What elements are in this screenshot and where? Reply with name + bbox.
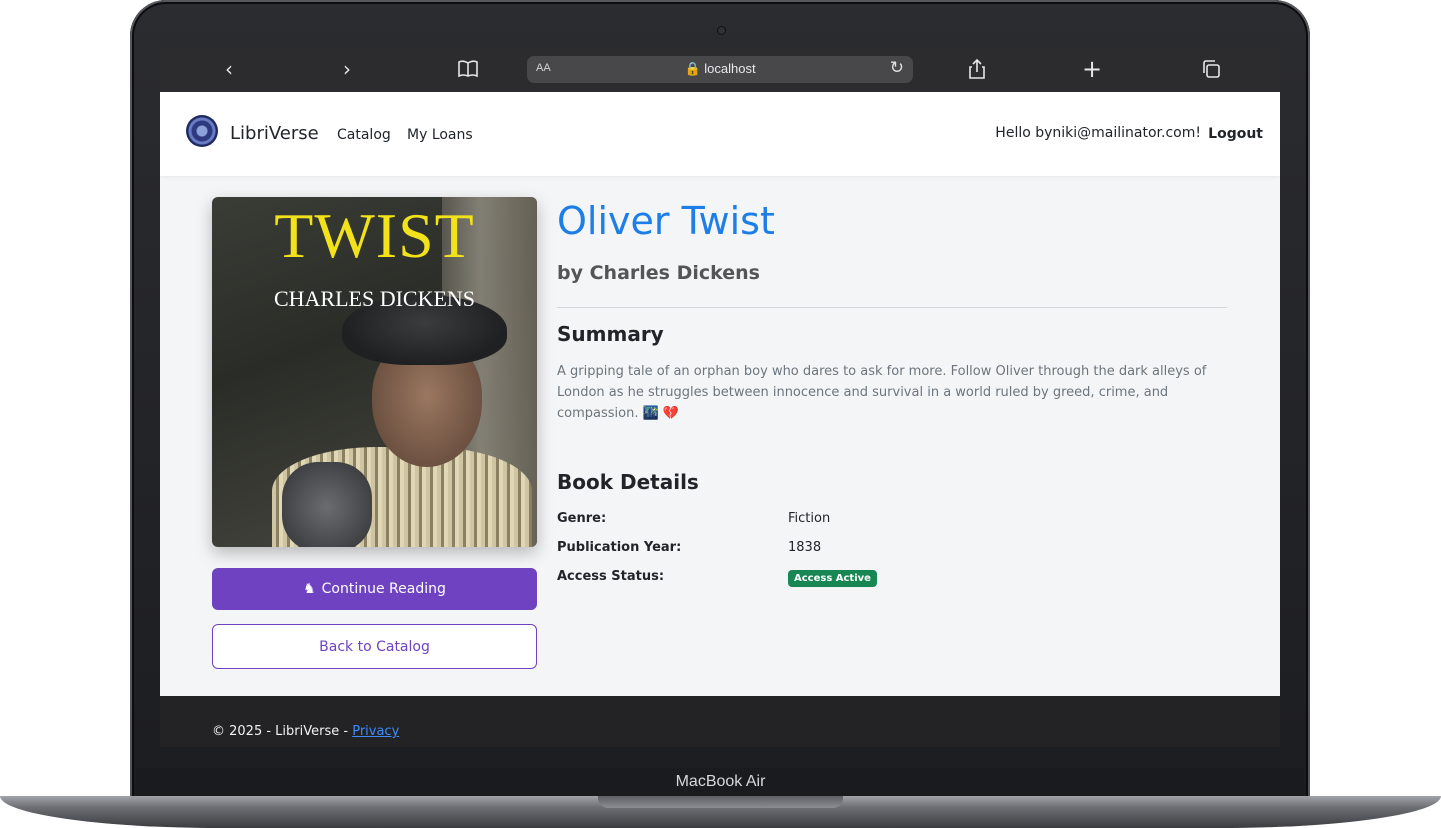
cover-author: CHARLES DICKENS [273, 286, 476, 311]
back-to-catalog-button[interactable]: Back to Catalog [212, 624, 537, 669]
genre-value: Fiction [788, 511, 831, 526]
device-model-label: MacBook Air [675, 773, 766, 790]
book-title: Oliver Twist [557, 199, 775, 243]
continue-reading-button[interactable]: ♞ Continue Reading [212, 568, 537, 610]
forward-icon[interactable]: › [330, 56, 364, 82]
copyright-text: © 2025 - LibriVerse - [212, 724, 353, 739]
camera-icon [718, 27, 725, 34]
bookmarks-icon[interactable] [451, 56, 485, 82]
book-cover-image: TWIST CHARLES DICKENS [212, 197, 537, 547]
book-details-heading: Book Details [557, 470, 699, 494]
summary-text: A gripping tale of an orphan boy who dar… [557, 364, 1207, 421]
continue-reading-label: Continue Reading [321, 581, 446, 597]
user-greeting: Hello byniki@mailinator.com! [995, 125, 1201, 141]
screen: ‹ › AA 🔒 localhost ↻ + LibriVerse Catalo… [160, 47, 1280, 747]
summary-heading: Summary [557, 322, 664, 346]
footer-copyright: © 2025 - LibriVerse - Privacy [212, 724, 399, 739]
divider [557, 307, 1227, 308]
url-text: 🔒 localhost [527, 61, 913, 77]
url-value: localhost [704, 61, 756, 76]
lock-icon: 🔒 [684, 61, 701, 76]
laptop-hinge-notch [598, 796, 843, 808]
tabs-icon[interactable] [1194, 56, 1228, 82]
book-author: by Charles Dickens [557, 262, 760, 284]
privacy-link[interactable]: Privacy [352, 724, 399, 739]
app-navbar: LibriVerse Catalog My Loans Hello byniki… [160, 92, 1280, 176]
brand-link[interactable]: LibriVerse [230, 123, 319, 144]
publication-year-value: 1838 [788, 540, 822, 555]
brand-logo-icon[interactable] [186, 115, 218, 147]
new-tab-icon[interactable]: + [1075, 56, 1109, 82]
address-bar[interactable]: AA 🔒 localhost ↻ [527, 56, 913, 83]
reader-icon: ♞ [303, 581, 316, 597]
back-icon[interactable]: ‹ [212, 56, 246, 82]
cover-title: TWIST [274, 200, 475, 271]
browser-toolbar: ‹ › AA 🔒 localhost ↻ + [160, 47, 1280, 92]
share-icon[interactable] [960, 56, 994, 82]
genre-label: Genre: [557, 511, 607, 526]
reload-icon[interactable]: ↻ [890, 58, 904, 78]
publication-year-label: Publication Year: [557, 540, 682, 555]
nav-catalog-link[interactable]: Catalog [337, 127, 391, 143]
cover-rag [282, 462, 372, 547]
page-footer: © 2025 - LibriVerse - Privacy [160, 696, 1280, 747]
access-status-label: Access Status: [557, 569, 665, 584]
nav-my-loans-link[interactable]: My Loans [407, 127, 473, 143]
logout-button[interactable]: Logout [1208, 126, 1263, 142]
access-status-badge: Access Active [788, 570, 877, 587]
